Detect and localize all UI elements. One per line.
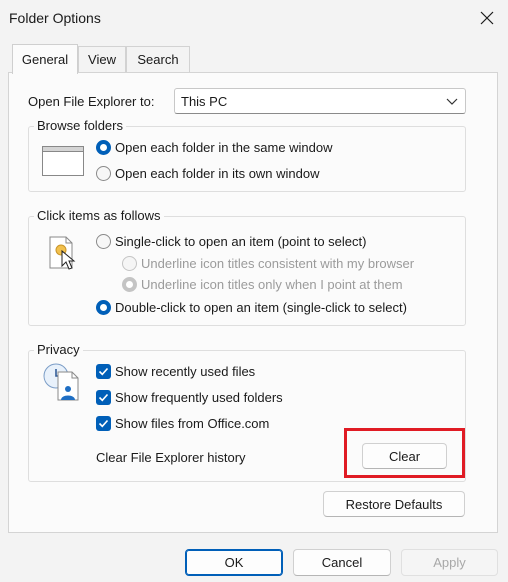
underline-browser-label: Underline icon titles consistent with my… — [141, 256, 415, 271]
privacy-legend: Privacy — [34, 342, 83, 357]
restore-defaults-button[interactable]: Restore Defaults — [323, 491, 465, 517]
radio-single-click[interactable] — [96, 234, 111, 249]
checkmark-icon — [98, 367, 109, 376]
open-explorer-value: This PC — [181, 94, 228, 109]
checkbox-office-files[interactable] — [96, 416, 111, 431]
click-items-legend: Click items as follows — [34, 208, 164, 223]
radio-same-window[interactable] — [96, 140, 111, 155]
checkmark-icon — [98, 419, 109, 428]
single-click-label[interactable]: Single-click to open an item (point to s… — [115, 234, 366, 249]
checkbox-recent-files[interactable] — [96, 364, 111, 379]
window-title: Folder Options — [9, 10, 101, 26]
chevron-down-icon — [446, 98, 458, 105]
double-click-label[interactable]: Double-click to open an item (single-cli… — [115, 300, 407, 315]
browse-folders-group — [28, 126, 466, 192]
tab-search[interactable]: Search — [126, 46, 190, 72]
clear-history-label: Clear File Explorer history — [96, 450, 246, 465]
window-icon — [42, 146, 84, 176]
recent-files-label[interactable]: Show recently used files — [115, 364, 255, 379]
apply-button[interactable]: Apply — [401, 549, 498, 576]
own-window-label[interactable]: Open each folder in its own window — [115, 166, 320, 181]
same-window-label[interactable]: Open each folder in the same window — [115, 140, 333, 155]
close-icon — [480, 11, 494, 25]
underline-point-label: Underline icon titles only when I point … — [141, 277, 403, 292]
highlight-box — [344, 428, 465, 478]
checkmark-icon — [98, 393, 109, 402]
browse-folders-legend: Browse folders — [34, 118, 126, 133]
checkbox-frequent-folders[interactable] — [96, 390, 111, 405]
open-explorer-label: Open File Explorer to: — [28, 94, 155, 109]
ok-button[interactable]: OK — [185, 549, 283, 576]
close-button[interactable] — [470, 4, 504, 32]
tab-view[interactable]: View — [78, 46, 126, 72]
privacy-recent-files-icon — [43, 363, 79, 401]
radio-underline-point[interactable] — [122, 277, 137, 292]
radio-double-click[interactable] — [96, 300, 111, 315]
cancel-button[interactable]: Cancel — [293, 549, 391, 576]
tab-general[interactable]: General — [12, 44, 78, 74]
frequent-folders-label[interactable]: Show frequently used folders — [115, 390, 283, 405]
radio-underline-browser[interactable] — [122, 256, 137, 271]
open-explorer-dropdown[interactable]: This PC — [174, 88, 466, 114]
office-files-label[interactable]: Show files from Office.com — [115, 416, 269, 431]
pointer-click-icon — [49, 236, 76, 270]
radio-own-window[interactable] — [96, 166, 111, 181]
